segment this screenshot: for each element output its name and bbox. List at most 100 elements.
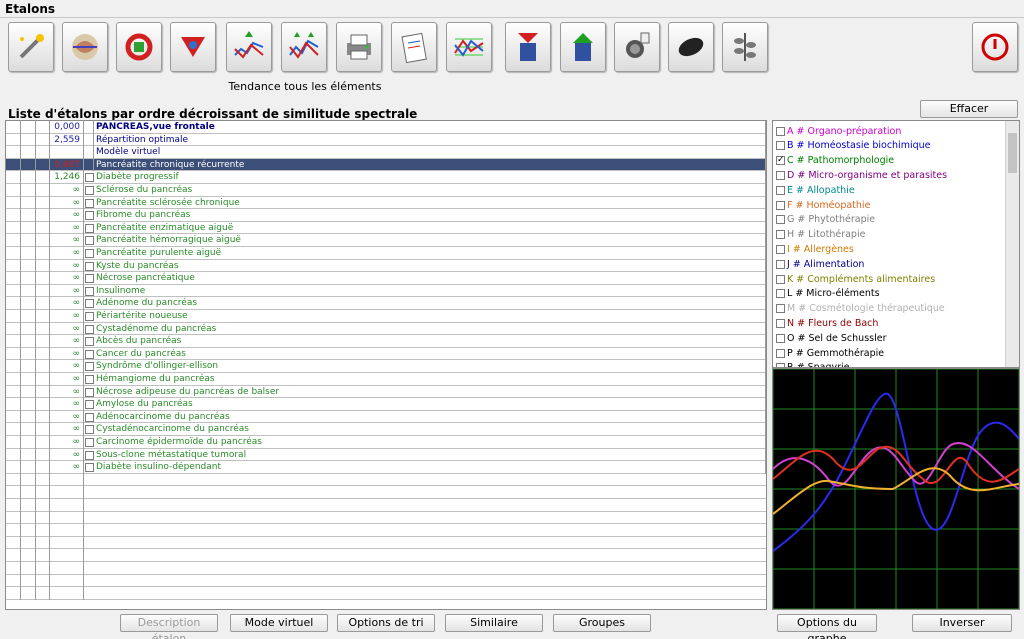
table-row[interactable]: ∞ Diabète insulino-dépendant xyxy=(6,461,766,474)
table-row[interactable]: 0,687 Pancréatite chronique récurrente xyxy=(6,158,766,172)
table-row[interactable]: ∞ Cystadénocarcinome du pancréas xyxy=(6,423,766,436)
table-row[interactable]: ∞ Sclérose du pancréas xyxy=(6,184,766,197)
table-row[interactable]: ∞ Abcès du pancréas xyxy=(6,335,766,348)
category-item[interactable]: F # Homéopathie xyxy=(776,198,870,212)
table-row[interactable]: ∞ Adénome du pancréas xyxy=(6,297,766,310)
row-checkbox[interactable] xyxy=(85,299,94,309)
table-row[interactable] xyxy=(6,562,766,575)
groupes-button[interactable]: Groupes xyxy=(553,614,651,632)
row-checkbox[interactable] xyxy=(85,463,94,473)
category-item[interactable]: O # Sel de Schussler xyxy=(776,331,887,345)
table-row[interactable]: ∞ Pancréatite enzimatique aiguë xyxy=(6,221,766,235)
row-checkbox[interactable] xyxy=(85,211,94,221)
category-checkbox[interactable] xyxy=(776,230,785,240)
table-row[interactable] xyxy=(6,536,766,550)
notepad-button[interactable] xyxy=(391,22,437,72)
table-row[interactable] xyxy=(6,486,766,499)
category-checkbox[interactable] xyxy=(776,126,785,136)
category-item[interactable]: R # Spagyrie xyxy=(776,361,850,367)
category-checkbox[interactable] xyxy=(776,170,785,180)
inverser-button[interactable]: Inverser xyxy=(912,614,1012,632)
category-item[interactable]: M # Cosmétologie thérapeutique xyxy=(776,302,945,316)
category-checkbox[interactable] xyxy=(776,259,785,269)
category-item[interactable]: A # Organo-préparation xyxy=(776,124,901,138)
row-checkbox[interactable] xyxy=(85,261,94,271)
category-checkbox[interactable] xyxy=(776,304,785,314)
effacer-button[interactable]: Effacer xyxy=(920,100,1018,118)
table-row[interactable]: ∞ Cystadénome du pancréas xyxy=(6,322,766,336)
trend-all-button[interactable] xyxy=(281,22,327,72)
row-checkbox[interactable] xyxy=(85,400,94,410)
brain-view-button[interactable] xyxy=(62,22,108,72)
spectrum-button[interactable] xyxy=(446,22,492,72)
row-checkbox[interactable] xyxy=(85,362,94,372)
options-de-tri-button[interactable]: Options de tri xyxy=(337,614,435,632)
category-item[interactable]: H # Litothérapie xyxy=(776,228,865,242)
red-arrows-button[interactable] xyxy=(170,22,216,72)
table-row[interactable]: ∞ Hémangiome du pancréas xyxy=(6,373,766,386)
red-cycle-button[interactable] xyxy=(116,22,162,72)
category-item[interactable]: G # Phytothérapie xyxy=(776,213,875,227)
table-row[interactable]: ∞ Fibrome du pancréas xyxy=(6,209,766,222)
table-row[interactable] xyxy=(6,511,766,525)
category-item[interactable]: E # Allopathie xyxy=(776,183,855,197)
category-item[interactable]: B # Homéostasie biochimique xyxy=(776,139,931,153)
table-row[interactable] xyxy=(6,524,766,537)
category-item[interactable]: L # Micro-éléments xyxy=(776,287,880,301)
table-row[interactable] xyxy=(6,587,766,600)
category-item[interactable]: N # Fleurs de Bach xyxy=(776,316,878,330)
row-checkbox[interactable] xyxy=(85,450,94,460)
table-row[interactable]: ∞ Adénocarcinome du pancréas xyxy=(6,410,766,424)
table-row[interactable]: ∞ Sous-clone métastatique tumoral xyxy=(6,448,766,462)
similaire-button[interactable]: Similaire xyxy=(445,614,543,632)
table-row[interactable]: ∞ Nécrose adipeuse du pancréas de balser xyxy=(6,385,766,399)
table-row[interactable]: ∞ Nécrose pancréatique xyxy=(6,272,766,285)
power-button[interactable] xyxy=(972,22,1018,72)
category-checkbox[interactable] xyxy=(776,274,785,284)
category-checkbox[interactable] xyxy=(776,141,785,151)
category-item[interactable]: P # Gemmothérapie xyxy=(776,346,884,360)
category-checkbox[interactable] xyxy=(776,318,785,328)
row-checkbox[interactable] xyxy=(85,375,94,384)
table-row[interactable]: ∞ Carcinome épidermoïde du pancréas xyxy=(6,436,766,449)
category-checkbox[interactable] xyxy=(776,244,785,254)
microbe-button[interactable] xyxy=(614,22,660,72)
row-checkbox[interactable] xyxy=(85,198,94,208)
table-row[interactable] xyxy=(6,473,766,487)
table-row[interactable]: ∞ Périartérite noueuse xyxy=(6,310,766,323)
up-container-button[interactable] xyxy=(560,22,606,72)
plant-button[interactable] xyxy=(722,22,768,72)
category-item[interactable]: K # Compléments alimentaires xyxy=(776,272,935,286)
category-checkbox[interactable] xyxy=(776,348,785,358)
category-item[interactable]: ✓ C # Pathomorphologie xyxy=(776,154,894,168)
category-checkbox[interactable] xyxy=(776,215,785,225)
table-row[interactable]: ∞ Syndrôme d'ollinger-ellison xyxy=(6,360,766,373)
category-checkbox[interactable] xyxy=(776,200,785,210)
table-row[interactable]: ∞ Cancer du pancréas xyxy=(6,347,766,361)
row-checkbox[interactable] xyxy=(85,274,94,284)
table-row[interactable]: ∞ Pancréatite hémorragique aiguë xyxy=(6,234,766,247)
table-row[interactable]: ∞ Pancréatite purulente aiguë xyxy=(6,247,766,260)
row-checkbox[interactable] xyxy=(85,438,94,447)
table-row[interactable]: Modèle virtuel xyxy=(6,146,766,159)
category-item[interactable]: J # Alimentation xyxy=(776,257,864,271)
category-scrollbar[interactable] xyxy=(1005,121,1019,367)
capsule-button[interactable] xyxy=(668,22,714,72)
scroll-thumb[interactable] xyxy=(1008,133,1017,173)
row-checkbox[interactable] xyxy=(85,312,94,321)
table-row[interactable]: 0,000 PANCREAS,vue frontale xyxy=(6,121,766,134)
row-checkbox[interactable] xyxy=(85,223,94,233)
category-item[interactable]: I # Allergènes xyxy=(776,242,854,256)
table-row[interactable]: ∞ Amylose du pancréas xyxy=(6,398,766,411)
category-checkbox[interactable] xyxy=(776,289,785,299)
row-checkbox[interactable] xyxy=(85,337,94,347)
row-checkbox[interactable] xyxy=(85,286,94,296)
table-row[interactable]: ∞ Insulinome xyxy=(6,284,766,298)
row-checkbox[interactable] xyxy=(85,425,94,435)
category-item[interactable]: D # Micro-organisme et parasites xyxy=(776,168,947,182)
row-checkbox[interactable] xyxy=(85,236,94,246)
table-row[interactable] xyxy=(6,574,766,588)
row-checkbox[interactable] xyxy=(85,249,94,258)
table-row[interactable]: 1,246 Diabète progressif xyxy=(6,171,766,184)
row-checkbox[interactable] xyxy=(85,186,94,195)
